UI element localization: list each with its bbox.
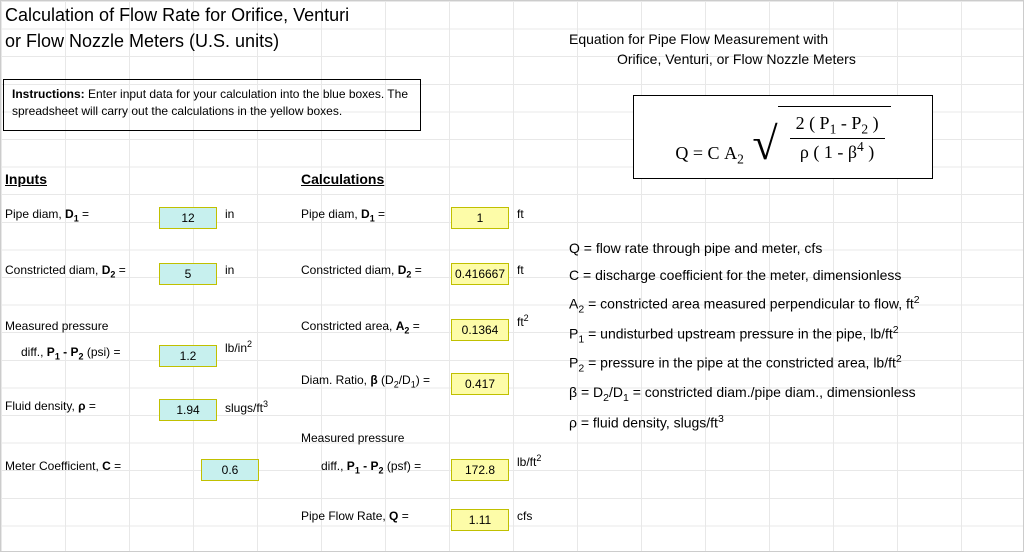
calc-dp-value: 172.8 xyxy=(451,459,509,481)
equation-formula: Q = C A2 √ 2 ( P1 - P2 ) ρ ( 1 - β4 ) xyxy=(675,106,890,168)
calc-dp-title: Measured pressure xyxy=(301,431,449,445)
def-beta: β = D2/D1 = constricted diam./pipe diam.… xyxy=(569,379,1019,408)
calc-beta-label: Diam. Ratio, β (D2/D1) = xyxy=(301,373,449,389)
calc-dp-unit: lb/ft2 xyxy=(517,453,541,469)
worksheet: Calculation of Flow Rate for Orifice, Ve… xyxy=(0,0,1024,552)
input-density-unit: slugs/ft3 xyxy=(225,399,268,415)
calc-area-label: Constricted area, A2 = xyxy=(301,319,449,335)
input-pipe-diam-value[interactable]: 12 xyxy=(159,207,217,229)
calculations-heading: Calculations xyxy=(301,171,384,187)
calc-pipe-diam-label: Pipe diam, D1 = xyxy=(301,207,449,223)
calc-flow-unit: cfs xyxy=(517,509,532,523)
calc-constricted-diam-label: Constricted diam, D2 = xyxy=(301,263,449,279)
calc-area-value: 0.1364 xyxy=(451,319,509,341)
input-dp-label: diff., P1 - P2 (psi) = xyxy=(21,345,181,361)
input-coeff-value[interactable]: 0.6 xyxy=(201,459,259,481)
square-root-icon: √ xyxy=(752,121,777,167)
input-coeff-label: Meter Coefficient, C = xyxy=(5,459,165,473)
page-title-line2: or Flow Nozzle Meters (U.S. units) xyxy=(5,31,279,52)
equation-box: Q = C A2 √ 2 ( P1 - P2 ) ρ ( 1 - β4 ) xyxy=(633,95,933,179)
def-c: C = discharge coefficient for the meter,… xyxy=(569,262,1019,289)
def-p2: P2 = pressure in the pipe at the constri… xyxy=(569,349,1019,379)
input-dp-title: Measured pressure xyxy=(5,319,165,333)
calc-pipe-diam-unit: ft xyxy=(517,207,524,221)
input-constricted-diam-value[interactable]: 5 xyxy=(159,263,217,285)
calc-area-unit: ft2 xyxy=(517,313,529,329)
instructions-label: Instructions: xyxy=(12,87,85,101)
page-title-line1: Calculation of Flow Rate for Orifice, Ve… xyxy=(5,5,349,26)
input-density-value[interactable]: 1.94 xyxy=(159,399,217,421)
calc-constricted-diam-value: 0.416667 xyxy=(451,263,509,285)
equation-title: Equation for Pipe Flow Measurement with xyxy=(569,31,828,47)
def-p1: P1 = undisturbed upstream pressure in th… xyxy=(569,320,1019,350)
def-rho: ρ = fluid density, slugs/ft3 xyxy=(569,409,1019,437)
calc-constricted-diam-unit: ft xyxy=(517,263,524,277)
input-constricted-diam-label: Constricted diam, D2 = xyxy=(5,263,165,279)
calc-beta-value: 0.417 xyxy=(451,373,509,395)
calc-pipe-diam-value: 1 xyxy=(451,207,509,229)
input-dp-value[interactable]: 1.2 xyxy=(159,345,217,367)
input-density-label: Fluid density, ρ = xyxy=(5,399,165,413)
input-dp-unit: lb/in2 xyxy=(225,339,252,355)
calc-flow-value: 1.11 xyxy=(451,509,509,531)
inputs-heading: Inputs xyxy=(5,171,47,187)
instructions-box: Instructions: Enter input data for your … xyxy=(3,79,421,131)
input-constricted-diam-unit: in xyxy=(225,263,234,277)
def-a2: A2 = constricted area measured perpendic… xyxy=(569,290,1019,320)
def-q: Q = flow rate through pipe and meter, cf… xyxy=(569,235,1019,262)
input-pipe-diam-unit: in xyxy=(225,207,234,221)
definitions-list: Q = flow rate through pipe and meter, cf… xyxy=(569,235,1019,437)
calc-dp-label: diff., P1 - P2 (psf) = xyxy=(321,459,469,475)
input-pipe-diam-label: Pipe diam, D1 = xyxy=(5,207,165,223)
calc-flow-label: Pipe Flow Rate, Q = xyxy=(301,509,449,523)
equation-subtitle: Orifice, Venturi, or Flow Nozzle Meters xyxy=(617,51,856,67)
